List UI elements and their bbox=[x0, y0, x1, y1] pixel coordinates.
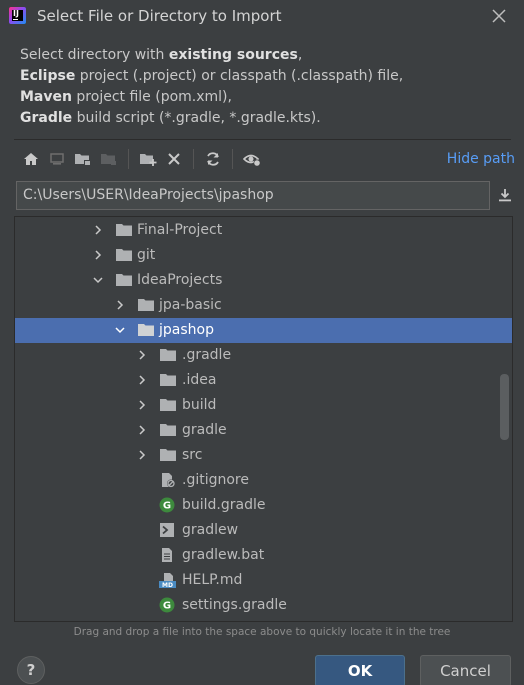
tree-row-src[interactable]: src bbox=[15, 443, 512, 468]
folder-icon bbox=[160, 349, 176, 361]
tree-item-label: gradlew bbox=[182, 522, 239, 538]
tree-row-git[interactable]: git bbox=[15, 243, 512, 268]
ok-button[interactable]: OK bbox=[315, 655, 405, 685]
tree-item-label: IdeaProjects bbox=[137, 272, 223, 288]
chevron-right-icon[interactable] bbox=[137, 425, 147, 435]
tree-item-label: .idea bbox=[182, 372, 217, 388]
dialog-title: Select File or Directory to Import bbox=[37, 7, 282, 25]
svg-text:G: G bbox=[163, 601, 171, 612]
desktop-icon[interactable] bbox=[44, 146, 70, 172]
file-tree[interactable]: Final-Project git IdeaProjects jpa-basic… bbox=[14, 216, 513, 622]
tree-item-label: gradle bbox=[182, 422, 227, 438]
path-input[interactable]: C:\Users\USER\IdeaProjects\jpashop bbox=[16, 181, 490, 210]
tree-row-final-project[interactable]: Final-Project bbox=[15, 218, 512, 243]
module-folder-icon[interactable] bbox=[96, 146, 122, 172]
ignore-file-icon bbox=[162, 473, 175, 488]
tree-row-build-gradle[interactable]: G build.gradle bbox=[15, 493, 512, 518]
tree-item-label: .gradle bbox=[182, 347, 232, 363]
tree-row-jpashop[interactable]: jpashop bbox=[15, 318, 512, 343]
folder-icon bbox=[160, 424, 176, 436]
tree-row-gradle[interactable]: gradle bbox=[15, 418, 512, 443]
folder-icon bbox=[160, 449, 176, 461]
tree-item-label: git bbox=[137, 247, 156, 263]
tree-row-ideaprojects[interactable]: IdeaProjects bbox=[15, 268, 512, 293]
toolbar-separator bbox=[193, 149, 194, 169]
tree-row-dot-idea[interactable]: .idea bbox=[15, 368, 512, 393]
intellij-logo-icon: IJ bbox=[9, 7, 26, 24]
folder-icon bbox=[138, 299, 154, 311]
chevron-right-icon[interactable] bbox=[137, 400, 147, 410]
download-icon[interactable] bbox=[494, 183, 516, 207]
tree-item-label: build bbox=[182, 397, 217, 413]
refresh-icon[interactable] bbox=[200, 146, 226, 172]
file-chooser-toolbar bbox=[18, 146, 265, 172]
chevron-right-icon[interactable] bbox=[115, 300, 125, 310]
tree-item-label: jpashop bbox=[159, 322, 214, 338]
tree-row-settings-gradle[interactable]: G settings.gradle bbox=[15, 593, 512, 618]
folder-icon bbox=[116, 224, 132, 236]
folder-icon bbox=[116, 274, 132, 286]
drag-drop-hint: Drag and drop a file into the space abov… bbox=[73, 626, 451, 638]
cancel-button[interactable]: Cancel bbox=[420, 655, 511, 685]
show-hidden-icon[interactable] bbox=[239, 146, 265, 172]
text-file-icon bbox=[162, 548, 172, 562]
shell-script-icon bbox=[160, 523, 174, 537]
chevron-right-icon[interactable] bbox=[137, 375, 147, 385]
folder-icon bbox=[160, 399, 176, 411]
folder-icon bbox=[138, 324, 154, 336]
tree-row-gradlew-bat[interactable]: gradlew.bat bbox=[15, 543, 512, 568]
tree-item-label: build.gradle bbox=[182, 497, 266, 513]
tree-scrollbar-thumb[interactable] bbox=[500, 374, 509, 440]
svg-text:G: G bbox=[163, 501, 171, 512]
tree-item-label: src bbox=[182, 447, 203, 463]
tree-row-gradlew[interactable]: gradlew bbox=[15, 518, 512, 543]
tree-item-label: settings.gradle bbox=[182, 597, 287, 613]
folder-icon bbox=[116, 249, 132, 261]
tree-item-label: jpa-basic bbox=[159, 297, 222, 313]
chevron-right-icon[interactable] bbox=[137, 350, 147, 360]
tree-item-label: gradlew.bat bbox=[182, 547, 265, 563]
import-description: Select directory with existing sources, … bbox=[20, 47, 404, 126]
close-icon[interactable] bbox=[490, 7, 508, 25]
gradle-file-icon: G bbox=[159, 497, 175, 513]
svg-text:MD: MD bbox=[162, 582, 173, 588]
chevron-down-icon[interactable] bbox=[93, 275, 103, 285]
hide-path-link[interactable]: Hide path bbox=[447, 151, 515, 167]
project-folder-icon[interactable] bbox=[70, 146, 96, 172]
delete-icon[interactable] bbox=[161, 146, 187, 172]
home-icon[interactable] bbox=[18, 146, 44, 172]
chevron-right-icon[interactable] bbox=[93, 225, 103, 235]
tree-item-label: Final-Project bbox=[137, 222, 223, 238]
toolbar-separator bbox=[128, 149, 129, 169]
chevron-right-icon[interactable] bbox=[137, 450, 147, 460]
tree-row-help-md[interactable]: MD HELP.md bbox=[15, 568, 512, 593]
tree-row-gitignore[interactable]: .gitignore bbox=[15, 468, 512, 493]
tree-item-label: .gitignore bbox=[182, 472, 249, 488]
tree-item-label: HELP.md bbox=[182, 572, 243, 588]
toolbar-separator bbox=[232, 149, 233, 169]
title-bar: IJ Select File or Directory to Import bbox=[0, 0, 524, 34]
divider bbox=[14, 139, 511, 140]
tree-row-build[interactable]: build bbox=[15, 393, 512, 418]
chevron-right-icon[interactable] bbox=[93, 250, 103, 260]
gradle-file-icon: G bbox=[159, 597, 175, 613]
markdown-file-icon: MD bbox=[159, 573, 176, 588]
folder-icon bbox=[160, 374, 176, 386]
tree-row-dot-gradle[interactable]: .gradle bbox=[15, 343, 512, 368]
new-folder-icon[interactable] bbox=[135, 146, 161, 172]
tree-row-jpa-basic[interactable]: jpa-basic bbox=[15, 293, 512, 318]
help-button[interactable]: ? bbox=[17, 656, 45, 684]
chevron-down-icon[interactable] bbox=[115, 325, 125, 335]
